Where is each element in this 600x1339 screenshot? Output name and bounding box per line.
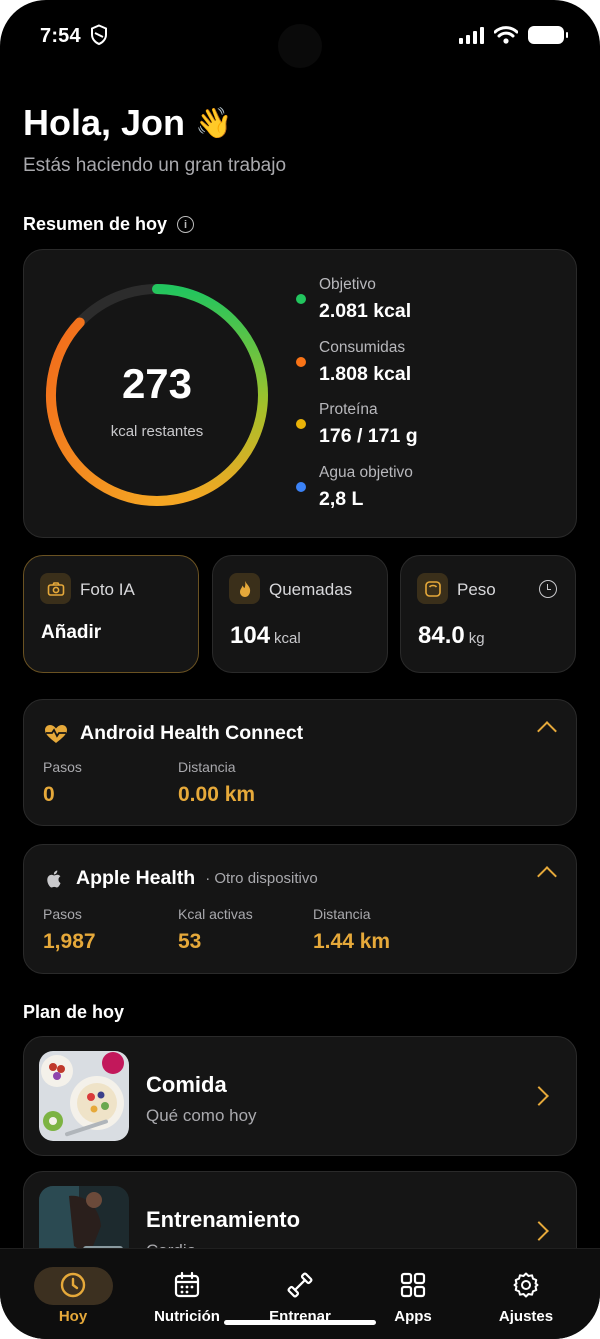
greeting-subtitle: Estás haciendo un gran trabajo: [23, 155, 287, 176]
stat-value: 53: [178, 930, 202, 953]
legend-dot: [296, 294, 306, 304]
burned-value-row: 104 kcal: [230, 622, 301, 650]
status-time: 7:54: [40, 25, 81, 47]
android-steps-stat: Pasos 0: [43, 759, 82, 807]
clock-icon[interactable]: [539, 580, 557, 598]
weight-unit: kg: [468, 630, 485, 647]
greeting-text: Hola, Jon: [23, 102, 186, 143]
wave-icon: 👋: [195, 106, 233, 140]
burned-title: Quemadas: [269, 580, 353, 599]
stat-label: Distancia: [178, 759, 236, 775]
collapse-chevron-icon[interactable]: [537, 721, 557, 741]
camera-cutout: [278, 24, 322, 68]
home-indicator[interactable]: [224, 1320, 376, 1325]
legend-item-objetivo: Objetivo 2.081 kcal: [296, 276, 418, 339]
bottom-nav: Hoy Nutrición Entrenar Apps Ajustes: [0, 1248, 600, 1339]
chevron-right-icon: [529, 1221, 549, 1241]
chevron-right-icon: [529, 1086, 549, 1106]
app-screen: 7:54 Hola, Jon 👋 Estás haciendo un gran …: [0, 0, 600, 1339]
legend-dot: [296, 419, 306, 429]
burned-card[interactable]: Quemadas 104 kcal: [212, 555, 388, 673]
plan-heading: Plan de hoy: [23, 1002, 125, 1022]
android-distance-stat: Distancia 0.00 km: [178, 759, 255, 807]
legend-item-proteina: Proteína 176 / 171 g: [296, 401, 418, 464]
collapse-chevron-icon[interactable]: [537, 866, 557, 886]
plan-item-comida[interactable]: Comida Qué como hoy: [23, 1036, 577, 1156]
summary-title: Resumen de hoy: [23, 214, 168, 234]
apple-health-header: Apple Health · Otro dispositivo: [44, 867, 318, 890]
android-health-card[interactable]: Android Health Connect Pasos 0 Distancia…: [23, 699, 577, 826]
shield-icon: [91, 24, 107, 46]
apps-grid-icon: [400, 1272, 426, 1298]
legend-value: 2.081 kcal: [319, 300, 412, 322]
flame-icon: [229, 573, 260, 604]
signal-icon: [459, 26, 484, 44]
summary-card[interactable]: 273 kcal restantes Objetivo 2.081 kcal C…: [23, 249, 577, 538]
food-thumbnail: [39, 1051, 129, 1141]
greeting-title: Hola, Jon 👋: [23, 102, 232, 144]
nav-label: Hoy: [58, 1308, 88, 1325]
stat-value: 1,987: [43, 930, 96, 953]
stat-label: Distancia: [313, 906, 371, 922]
legend-value: 2,8 L: [319, 487, 364, 510]
legend-label: Agua objetivo: [319, 463, 413, 481]
stat-value: 0: [43, 783, 55, 806]
kcal-remaining-value: 273: [121, 360, 193, 407]
scale-icon: [417, 573, 448, 604]
legend-value: 176 / 171 g: [319, 425, 418, 447]
legend-item-consumidas: Consumidas 1.808 kcal: [296, 339, 418, 402]
today-icon: [60, 1272, 86, 1298]
summary-legend: Objetivo 2.081 kcal Consumidas 1.808 kca…: [296, 276, 418, 526]
legend-dot: [296, 356, 306, 367]
apple-steps-stat: Pasos 1,987: [43, 906, 96, 954]
photo-ai-card[interactable]: Foto IA Añadir: [23, 555, 199, 673]
android-health-header: Android Health Connect: [44, 722, 303, 745]
wifi-icon: [494, 26, 518, 44]
weight-title: Peso: [457, 580, 496, 599]
camera-icon: [40, 573, 71, 604]
legend-label: Proteína: [319, 401, 378, 418]
stat-value: 0.00 km: [178, 783, 256, 806]
plan-item-subtitle: Qué como hoy: [146, 1106, 257, 1125]
android-health-title: Android Health Connect: [80, 722, 304, 744]
photo-ai-title: Foto IA: [80, 580, 135, 599]
weight-value-row: 84.0 kg: [418, 622, 485, 650]
legend-label: Consumidas: [319, 338, 406, 356]
burned-value: 104: [230, 622, 271, 649]
info-icon[interactable]: i: [177, 216, 195, 233]
apple-health-title: Apple Health: [76, 867, 196, 889]
kcal-remaining-label: kcal restantes: [110, 423, 204, 440]
battery-icon: [528, 26, 568, 44]
legend-dot: [296, 481, 306, 492]
apple-health-subtitle: · Otro dispositivo: [205, 870, 318, 887]
weight-value: 84.0: [418, 622, 465, 649]
stat-value: 1.44 km: [313, 930, 391, 953]
stat-label: Pasos: [43, 759, 82, 775]
legend-item-agua: Agua objetivo 2,8 L: [296, 464, 418, 527]
apple-health-card[interactable]: Apple Health · Otro dispositivo Pasos 1,…: [23, 844, 577, 974]
calendar-icon: [174, 1271, 200, 1298]
apple-kcal-stat: Kcal activas 53: [178, 906, 253, 954]
dumbbell-icon: [287, 1272, 313, 1298]
gear-icon: [513, 1272, 539, 1298]
summary-heading: Resumen de hoy i: [23, 214, 195, 235]
plan-item-title: Entrenamiento: [146, 1207, 301, 1232]
heart-pulse-icon: [45, 724, 67, 743]
photo-add-button[interactable]: Añadir: [41, 622, 101, 644]
stat-label: Kcal activas: [178, 906, 253, 922]
burned-unit: kcal: [274, 630, 301, 647]
apple-logo-icon: [47, 870, 61, 888]
legend-label: Objetivo: [319, 276, 376, 293]
nav-label: Ajustes: [498, 1308, 554, 1325]
plan-item-title: Comida: [146, 1072, 227, 1097]
stat-label: Pasos: [43, 906, 82, 922]
weight-card[interactable]: Peso 84.0 kg: [400, 555, 576, 673]
apple-distance-stat: Distancia 1.44 km: [313, 906, 390, 954]
legend-value: 1.808 kcal: [319, 362, 412, 385]
